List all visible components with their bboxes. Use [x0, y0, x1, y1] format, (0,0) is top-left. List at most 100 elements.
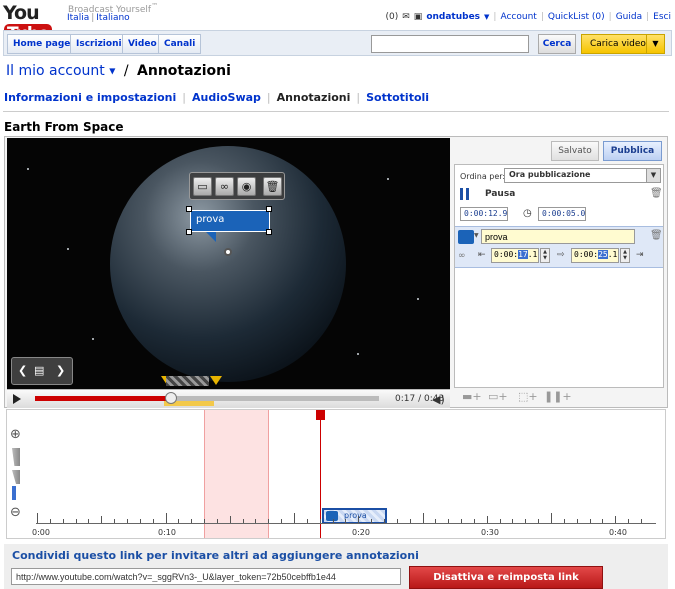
resize-handle[interactable]: [266, 206, 272, 212]
nav-channels[interactable]: Canali: [158, 34, 202, 54]
add-pause-icon[interactable]: ❚❚+: [544, 390, 572, 403]
annotation-nav-control: ❮ ▤ ❯: [11, 357, 73, 385]
chevron-down-icon[interactable]: ▼: [646, 35, 664, 53]
help-link[interactable]: Guida: [616, 12, 642, 22]
tab-annotations[interactable]: Annotazioni: [277, 91, 351, 104]
nav-subscriptions[interactable]: Iscrizioni: [70, 34, 128, 54]
annotation-end-time[interactable]: 0:00:25.1: [571, 248, 619, 263]
disable-reset-link-button[interactable]: Disattiva e reimposta link: [409, 566, 603, 589]
link-icon[interactable]: ∞: [458, 251, 466, 261]
chevron-down-icon[interactable]: ▼: [474, 232, 479, 239]
playhead-handle[interactable]: [316, 410, 325, 420]
timeline-tick: [628, 519, 629, 523]
my-account-link[interactable]: Il mio account: [6, 63, 105, 79]
tab-subtitles[interactable]: Sottotitoli: [366, 91, 429, 104]
nav-videos[interactable]: Video: [122, 34, 163, 54]
zoom-in-icon[interactable]: ⊕: [10, 427, 21, 442]
timeline-tick: [397, 519, 398, 523]
range-end-handle[interactable]: [210, 376, 222, 385]
timeline-tick: [371, 519, 372, 523]
bubble-tail: [206, 232, 216, 242]
add-spotlight-icon[interactable]: ⬚+: [518, 390, 538, 403]
timeline-tick: [140, 519, 141, 523]
username-menu[interactable]: ondatubes: [426, 12, 480, 22]
annotation-start-time[interactable]: 0:00:17.1: [491, 248, 539, 263]
chevron-down-icon[interactable]: ▼: [646, 169, 660, 182]
zoom-slider-thumb[interactable]: [12, 486, 16, 500]
upload-button[interactable]: Carica video ▼: [581, 34, 665, 54]
timeline-tick: [590, 519, 591, 523]
clock-icon: ◷: [523, 208, 532, 219]
sort-label: Ordina per:: [460, 172, 506, 181]
volume-icon[interactable]: ◀): [432, 393, 445, 406]
resize-handle[interactable]: [186, 229, 192, 235]
bubble-anchor-handle[interactable]: [224, 248, 232, 256]
share-title: Condividi questo link per invitare altri…: [12, 549, 419, 562]
trash-icon[interactable]: 🗑: [650, 188, 663, 199]
end-time-stepper[interactable]: ▲ ▼: [620, 248, 630, 263]
youtube-logo[interactable]: YouTube: [3, 2, 63, 44]
scrubber-handle[interactable]: [165, 392, 177, 404]
chevron-down-icon[interactable]: ▼: [109, 67, 115, 76]
timeline-tick: [294, 513, 295, 523]
tab-audioswap[interactable]: AudioSwap: [192, 91, 261, 104]
pause-duration-time[interactable]: 0:00:05.0: [538, 207, 586, 221]
video-title: Earth From Space: [4, 120, 124, 134]
locale-separator: |: [91, 13, 95, 23]
play-icon[interactable]: [13, 394, 21, 404]
annotation-speech-bubble[interactable]: prova: [190, 210, 270, 232]
chevron-down-icon[interactable]: ▼: [484, 13, 489, 21]
speech-bubble-icon[interactable]: ▭: [193, 177, 212, 196]
zoom-out-icon[interactable]: ⊖: [10, 505, 21, 520]
timeline-tick: [320, 519, 321, 523]
annotation-text-field[interactable]: [481, 229, 635, 244]
timeline-tick: [500, 519, 501, 523]
timeline-tick: [410, 519, 411, 523]
timeline-tick: [166, 513, 167, 523]
nav-home[interactable]: Home page: [7, 34, 77, 54]
language-link[interactable]: Italiano: [96, 13, 129, 23]
speech-bubble-icon: [326, 511, 338, 521]
country-link[interactable]: Italia: [67, 13, 89, 23]
timeline-tick: [435, 519, 436, 523]
timeline-tick: [577, 519, 578, 523]
trash-icon[interactable]: 🗑: [263, 177, 282, 196]
speech-bubble-icon[interactable]: [458, 230, 474, 244]
chevron-right-icon[interactable]: ❯: [56, 364, 65, 377]
link-icon[interactable]: ∞: [215, 177, 234, 196]
chevron-left-icon[interactable]: ❮: [18, 364, 27, 377]
color-wheel-icon[interactable]: ◉: [237, 177, 256, 196]
start-time-stepper[interactable]: ▲ ▼: [540, 248, 550, 263]
resize-handle[interactable]: [266, 229, 272, 235]
resize-handle[interactable]: [186, 206, 192, 212]
share-url-field[interactable]: [11, 568, 401, 585]
annotation-add-icon[interactable]: ▤: [34, 364, 44, 377]
saved-button[interactable]: Salvato: [551, 141, 599, 161]
publish-button[interactable]: Pubblica: [603, 141, 662, 161]
timeline-tick: [127, 519, 128, 523]
trash-icon[interactable]: 🗑: [650, 230, 663, 241]
account-link[interactable]: Account: [500, 12, 536, 22]
mail-icon[interactable]: ✉: [402, 12, 410, 22]
quicklist-link[interactable]: QuickList (0): [548, 12, 605, 22]
add-speech-bubble-icon[interactable]: ▬+: [462, 390, 482, 403]
pause-start-time[interactable]: 0:00:12.9: [460, 207, 508, 221]
logout-link[interactable]: Esci: [653, 12, 671, 22]
pause-region[interactable]: [204, 410, 269, 538]
sort-select[interactable]: Ora pubblicazione ▼: [504, 168, 661, 183]
video-edit-tabs: Informazioni e impostazioni | AudioSwap …: [4, 91, 430, 104]
timeline-tick: [641, 519, 642, 523]
sort-select-value: Ora pubblicazione: [509, 170, 591, 179]
search-button[interactable]: Cerca: [538, 34, 576, 54]
search-input[interactable]: [371, 35, 529, 53]
timeline-tick: [448, 519, 449, 523]
timeline-tick: [153, 519, 154, 523]
add-note-icon[interactable]: ▭+: [488, 390, 508, 403]
star: [417, 298, 419, 300]
start-time-suffix: .1: [527, 250, 538, 259]
arrow-end-icon: ⇥: [636, 250, 644, 260]
tab-info-settings[interactable]: Informazioni e impostazioni: [4, 91, 176, 104]
range-selection: [166, 376, 209, 386]
star: [357, 353, 359, 355]
timeline-tick: [76, 519, 77, 523]
